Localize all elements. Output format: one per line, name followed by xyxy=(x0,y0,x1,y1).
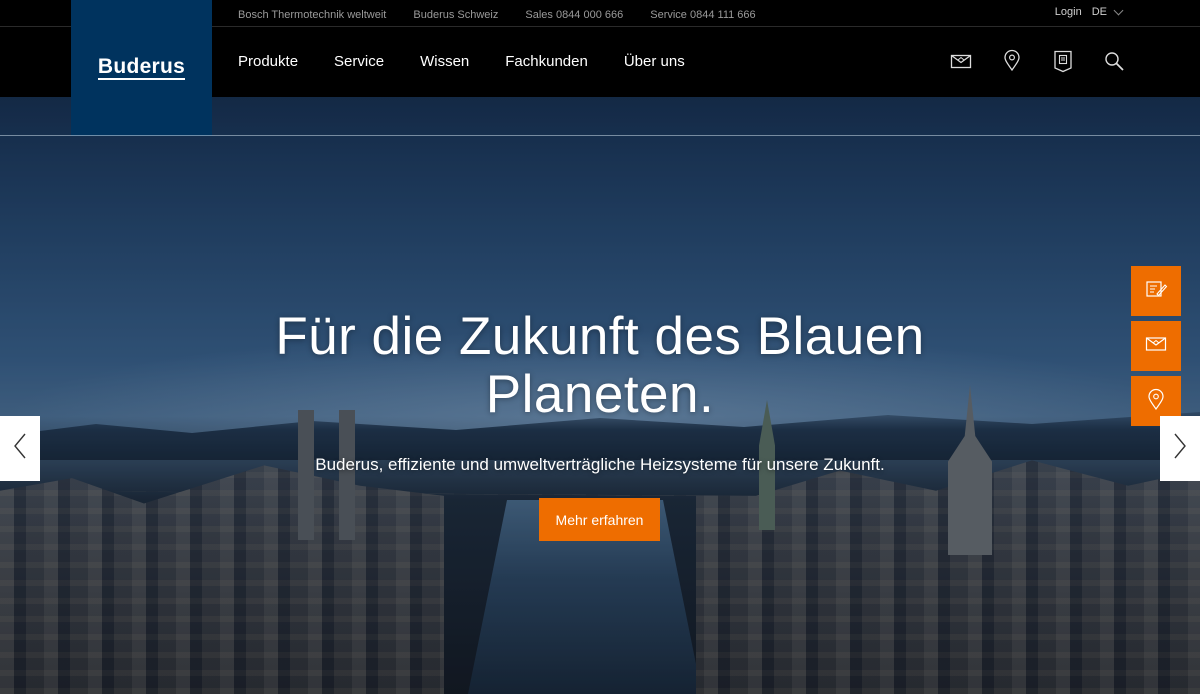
mail-icon[interactable] xyxy=(950,49,972,73)
link-sales-phone[interactable]: Sales 0844 000 666 xyxy=(525,9,623,21)
mail-icon xyxy=(1144,332,1168,361)
hero-headline: Für die Zukunft des Blauen Planeten. xyxy=(275,307,925,424)
location-pin-icon xyxy=(1144,387,1168,416)
nav-icons xyxy=(950,49,1125,73)
buderus-logo[interactable]: Buderus xyxy=(71,0,212,136)
learn-more-button[interactable]: Mehr erfahren xyxy=(539,498,660,541)
carousel-prev-button[interactable] xyxy=(0,416,40,481)
login-link[interactable]: Login xyxy=(1055,6,1082,18)
hero-subline: Buderus, effiziente und umweltverträglic… xyxy=(315,455,885,474)
brochure-icon[interactable] xyxy=(1052,49,1074,73)
nav-item-service[interactable]: Service xyxy=(334,53,384,70)
nav-item-professionals[interactable]: Fachkunden xyxy=(505,53,588,70)
carousel-next-button[interactable] xyxy=(1160,416,1200,481)
nav-item-products[interactable]: Produkte xyxy=(238,53,298,70)
chevron-down-icon xyxy=(1113,5,1124,15)
nav-item-knowledge[interactable]: Wissen xyxy=(420,53,469,70)
divider xyxy=(0,135,1200,136)
link-buderus-switzerland[interactable]: Buderus Schweiz xyxy=(413,9,498,21)
language-selector[interactable]: DE xyxy=(1091,5,1124,18)
location-pin-icon[interactable] xyxy=(1001,49,1023,73)
link-bosch-worldwide[interactable]: Bosch Thermotechnik weltweit xyxy=(238,9,386,21)
language-value: DE xyxy=(1091,6,1107,18)
sticky-action-buttons xyxy=(1131,266,1181,426)
logo-wordmark: Buderus xyxy=(97,55,186,80)
mail-button[interactable] xyxy=(1131,321,1181,371)
meta-links: Bosch Thermotechnik weltweit Buderus Sch… xyxy=(238,9,756,21)
search-icon[interactable] xyxy=(1103,49,1125,73)
contact-form-icon xyxy=(1144,277,1168,306)
chevron-left-icon xyxy=(12,431,28,466)
nav-menu: Produkte Service Wissen Fachkunden Über … xyxy=(238,53,685,70)
account-area: Login DE xyxy=(1055,5,1124,18)
chevron-right-icon xyxy=(1172,431,1188,466)
link-service-phone[interactable]: Service 0844 111 666 xyxy=(650,9,755,21)
contact-form-button[interactable] xyxy=(1131,266,1181,316)
nav-item-about-us[interactable]: Über uns xyxy=(624,53,685,70)
